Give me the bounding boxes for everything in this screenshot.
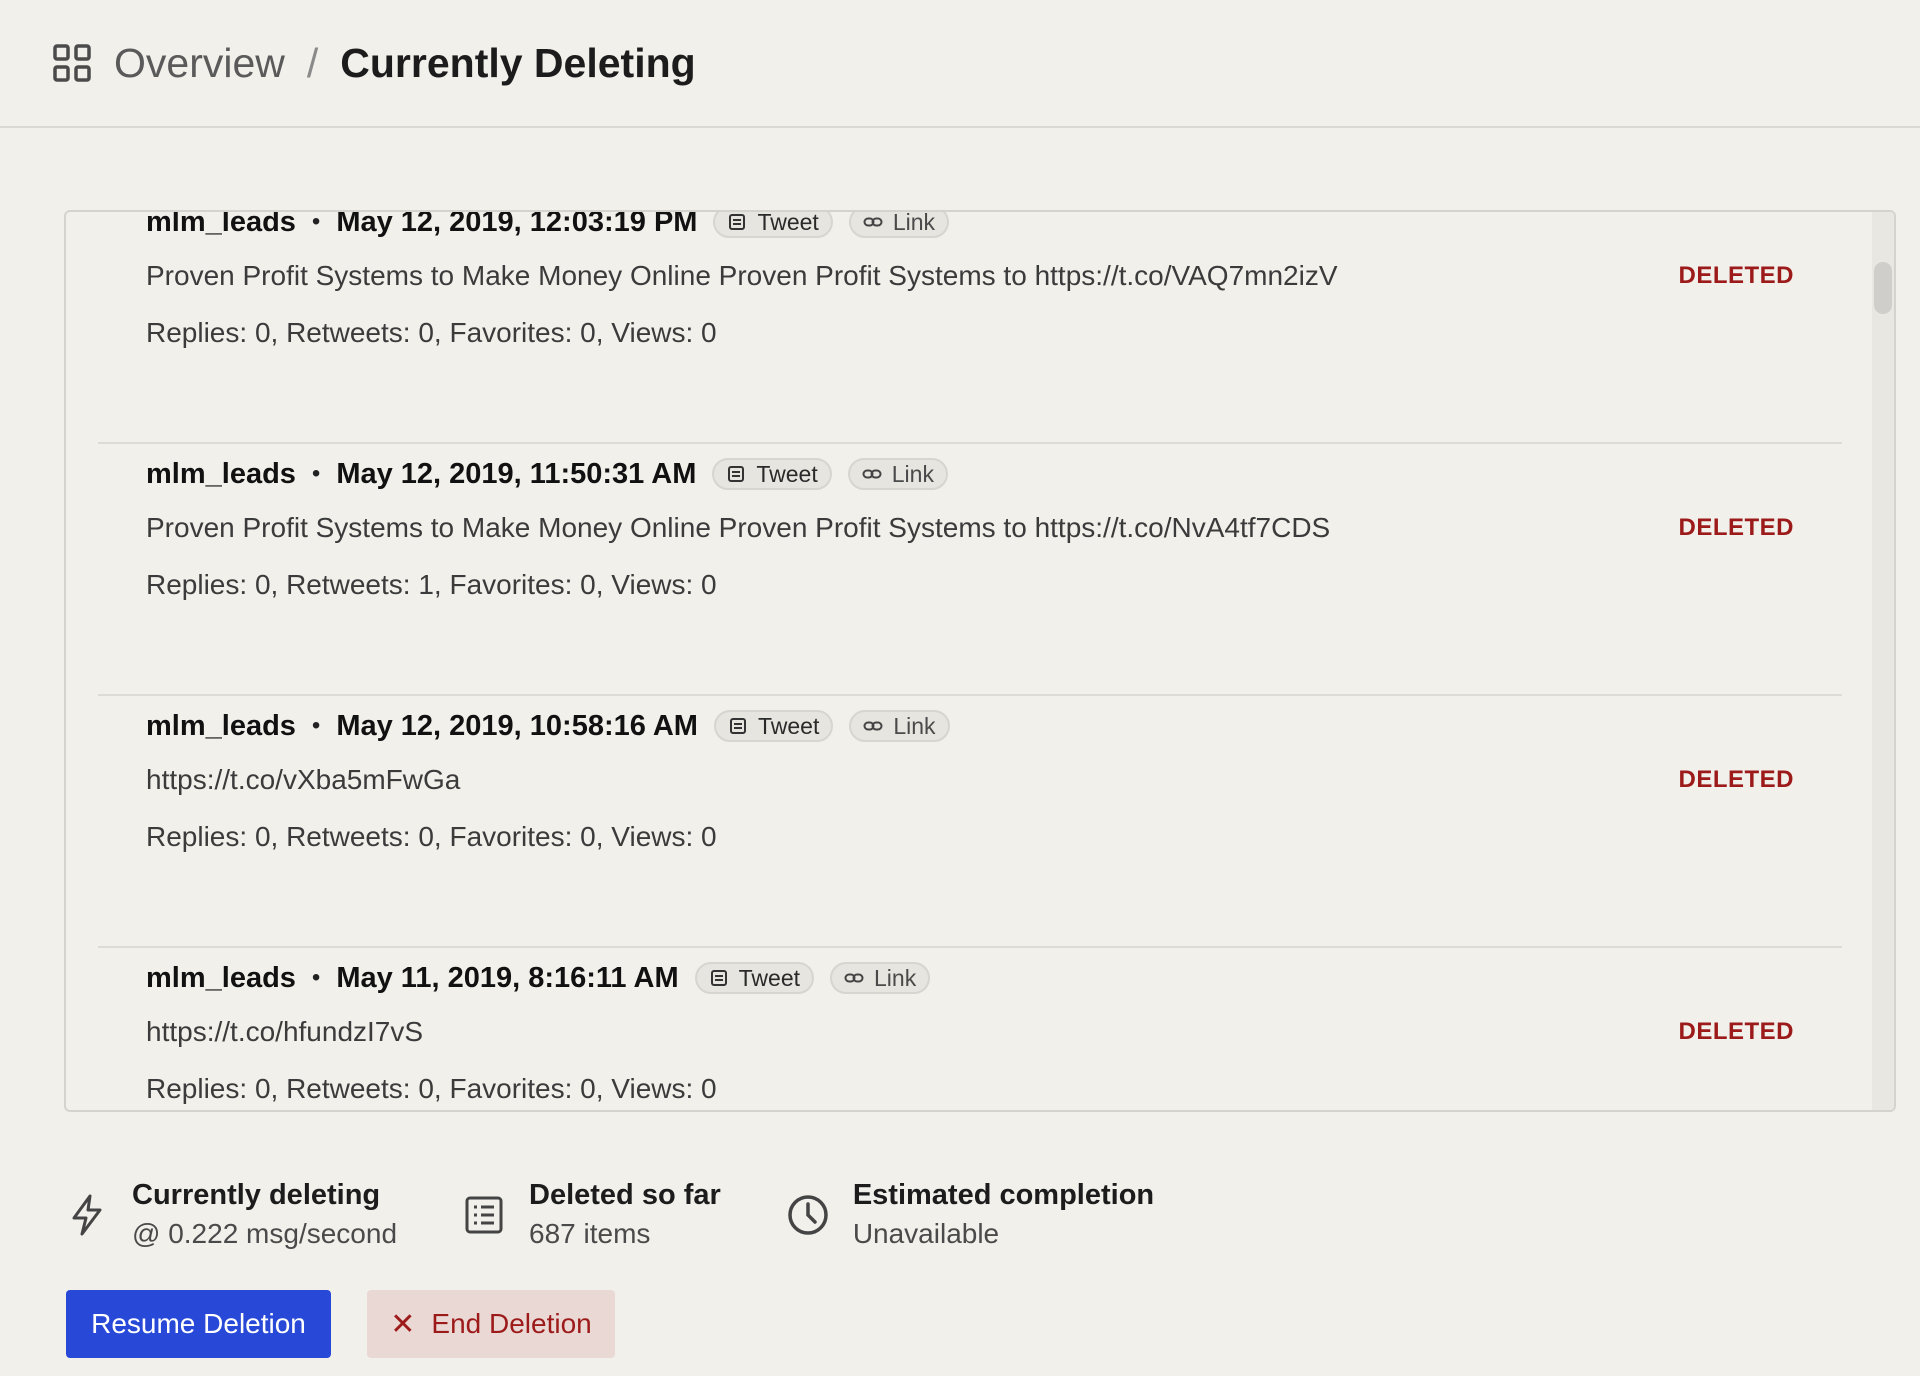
item-stats: Replies: 0, Retweets: 1, Favorites: 0, V… [146, 569, 717, 600]
progress-summary: Currently deleting @ 0.222 msg/second De… [64, 1176, 1218, 1254]
item-date: May 12, 2019, 10:58:16 AM [336, 709, 698, 742]
link-icon [862, 469, 882, 479]
scrollbar[interactable] [1872, 212, 1894, 1110]
close-icon: ✕ [390, 1307, 416, 1341]
tweet-badge: Tweet [694, 962, 815, 994]
list-icon [465, 1196, 503, 1234]
link-icon [863, 217, 883, 227]
end-deletion-button[interactable]: ✕ End Deletion [367, 1290, 615, 1358]
link-icon [844, 973, 864, 983]
tweet-badge-label: Tweet [757, 712, 820, 739]
item-username: mlm_leads [146, 457, 296, 490]
link-button-label: Link [893, 712, 936, 739]
tweet-badge: Tweet [713, 212, 833, 238]
list-item: mlm_leads • May 12, 2019, 10:58:16 AM Tw… [98, 696, 1842, 948]
item-meta: mlm_leads • May 11, 2019, 8:16:11 AM Twe… [146, 958, 931, 998]
link-button[interactable]: Link [830, 962, 931, 994]
deletion-list-viewport: mlm_leads • May 12, 2019, 12:03:19 PM Tw… [66, 212, 1872, 1110]
item-stats: Replies: 0, Retweets: 0, Favorites: 0, V… [146, 1073, 717, 1104]
eta-value: Unavailable [852, 1218, 1000, 1249]
meta-separator: • [311, 964, 321, 991]
item-meta: mlm_leads • May 12, 2019, 10:58:16 AM Tw… [146, 706, 950, 746]
page-header: Overview / Currently Deleting [0, 0, 1920, 128]
item-meta: mlm_leads • May 12, 2019, 12:03:19 PM Tw… [146, 212, 950, 242]
item-date: May 11, 2019, 8:16:11 AM [336, 961, 679, 994]
item-username: mlm_leads [146, 212, 296, 238]
item-text: Proven Profit Systems to Make Money Onli… [146, 260, 1338, 291]
tweet-badge: Tweet [713, 710, 834, 742]
deleted-stat: Deleted so far 687 items [461, 1176, 721, 1254]
breadcrumb-overview[interactable]: Overview [114, 40, 285, 87]
document-icon [728, 466, 745, 482]
scrollbar-thumb[interactable] [1874, 262, 1892, 314]
eta-stat: Estimated completion Unavailable [785, 1176, 1154, 1254]
item-stats: Replies: 0, Retweets: 0, Favorites: 0, V… [146, 317, 717, 348]
rate-value: @ 0.222 msg/second [132, 1218, 398, 1249]
tweet-badge-label: Tweet [756, 460, 818, 487]
item-username: mlm_leads [146, 961, 296, 994]
list-item: mlm_leads • May 11, 2019, 8:16:11 AM Twe… [98, 948, 1842, 1110]
list-item: mlm_leads • May 12, 2019, 12:03:19 PM Tw… [98, 212, 1842, 444]
document-icon [729, 214, 746, 230]
link-button-label: Link [874, 964, 917, 991]
list-item: mlm_leads • May 12, 2019, 11:50:31 AM Tw… [98, 444, 1842, 696]
grid-icon [52, 43, 92, 83]
item-stats: Replies: 0, Retweets: 0, Favorites: 0, V… [146, 821, 717, 852]
item-date: May 12, 2019, 11:50:31 AM [336, 457, 697, 490]
item-meta: mlm_leads • May 12, 2019, 11:50:31 AM Tw… [146, 454, 948, 494]
status-badge: DELETED [1678, 1018, 1794, 1045]
link-button[interactable]: Link [848, 212, 950, 238]
meta-separator: • [311, 212, 321, 235]
link-icon [863, 721, 883, 731]
link-button-label: Link [891, 460, 934, 487]
item-text: https://t.co/vXba5mFwGa [146, 764, 461, 795]
status-badge: DELETED [1678, 262, 1794, 289]
item-text: https://t.co/hfundzI7vS [146, 1016, 424, 1047]
tweet-badge-label: Tweet [738, 964, 801, 991]
item-text: Proven Profit Systems to Make Money Onli… [146, 512, 1331, 543]
item-username: mlm_leads [146, 709, 296, 742]
eta-label: Estimated completion [852, 1179, 1155, 1211]
page-title: Currently Deleting [340, 39, 696, 86]
link-button-label: Link [892, 212, 936, 235]
deleted-label: Deleted so far [529, 1179, 721, 1211]
document-icon [729, 718, 746, 734]
item-date: May 12, 2019, 12:03:19 PM [336, 212, 698, 238]
deletion-list[interactable]: mlm_leads • May 12, 2019, 12:03:19 PM Tw… [64, 210, 1896, 1112]
status-badge: DELETED [1678, 766, 1794, 793]
deleted-value: 687 items [529, 1218, 651, 1249]
link-button[interactable]: Link [849, 710, 950, 742]
tweet-badge-label: Tweet [757, 212, 819, 235]
rate-stat: Currently deleting @ 0.222 msg/second [64, 1176, 397, 1254]
lightning-icon [72, 1194, 102, 1236]
meta-separator: • [311, 712, 321, 739]
resume-deletion-button[interactable]: Resume Deletion [66, 1290, 331, 1358]
clock-icon [788, 1195, 828, 1235]
status-badge: DELETED [1678, 514, 1794, 541]
rate-label: Currently deleting [132, 1179, 381, 1211]
link-button[interactable]: Link [847, 458, 948, 490]
breadcrumb-separator: / [306, 39, 319, 86]
tweet-badge: Tweet [712, 458, 832, 490]
document-icon [710, 970, 727, 986]
meta-separator: • [311, 460, 321, 487]
end-deletion-label: End Deletion [431, 1308, 592, 1339]
